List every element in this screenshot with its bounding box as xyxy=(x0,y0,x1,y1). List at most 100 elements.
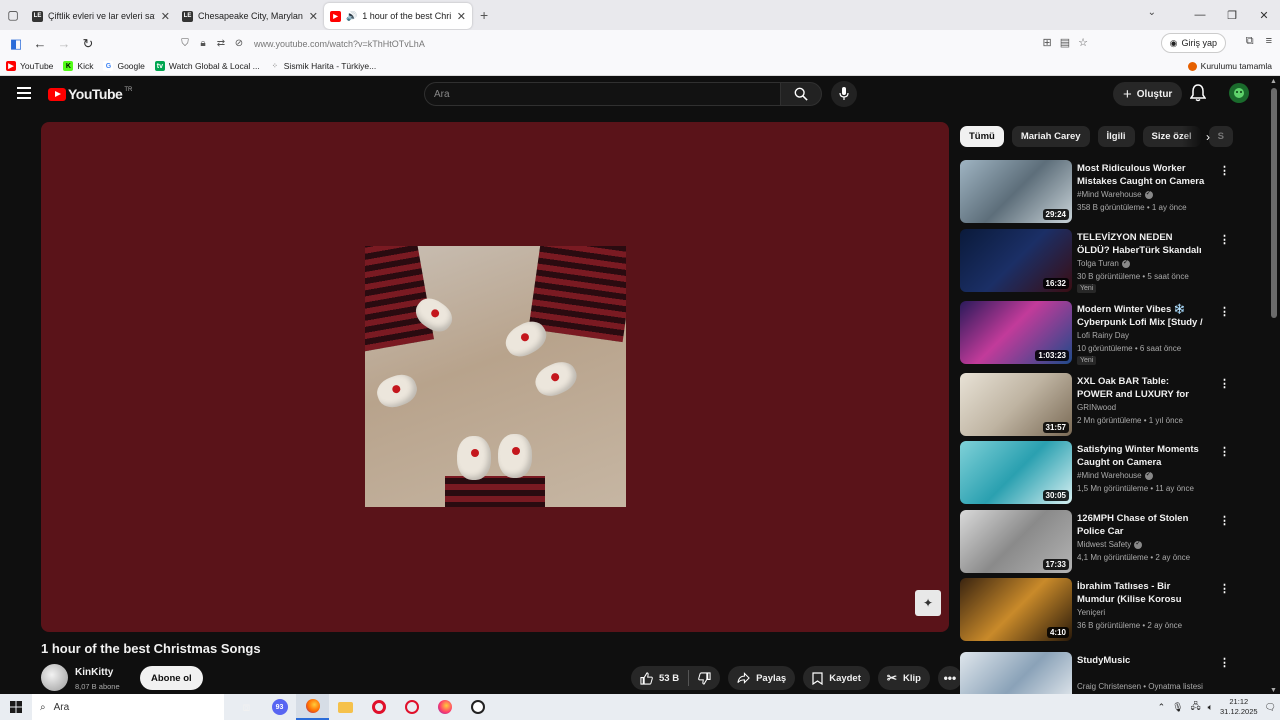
voice-search-button[interactable] xyxy=(831,81,857,107)
save-button[interactable]: Kaydet xyxy=(803,666,870,690)
notifications-button[interactable] xyxy=(1189,84,1207,107)
recommendation-item[interactable]: 16:32 TELEVİZYON NEDEN ÖLDÜ? HaberTürk Sk… xyxy=(960,229,1230,293)
browser-tab-3[interactable]: ▶ 🔊 1 hour of the best Christma ✕ xyxy=(324,3,472,29)
chip-mariah-carey[interactable]: Mariah Carey xyxy=(1011,126,1090,147)
close-icon[interactable]: ✕ xyxy=(309,10,318,23)
permissions-icon[interactable]: ⇄ xyxy=(212,38,230,49)
recommendation-item[interactable]: 1:03:23 Modern Winter Vibes ❄️ Cyberpunk … xyxy=(960,301,1230,365)
video-thumbnail[interactable]: 29:24 xyxy=(960,160,1072,223)
setup-reminder[interactable]: Kurulumu tamamla xyxy=(1187,61,1272,71)
search-input[interactable]: Ara xyxy=(424,82,780,106)
chip-partial[interactable]: S xyxy=(1208,126,1233,147)
video-thumbnail[interactable]: 16:32 xyxy=(960,229,1072,292)
like-button[interactable]: 53 B xyxy=(631,671,688,685)
firefox-taskbar-icon[interactable] xyxy=(296,694,329,720)
recommendation-title[interactable]: Most Ridiculous Worker Mistakes Caught o… xyxy=(1077,162,1207,188)
more-vertical-icon[interactable]: ⋮ xyxy=(1219,377,1230,390)
task-view-icon[interactable]: ⧈ xyxy=(230,694,263,720)
recommendation-title[interactable]: Modern Winter Vibes ❄️ Cyberpunk Lofi Mi… xyxy=(1077,303,1207,329)
hamburger-menu-icon[interactable] xyxy=(17,87,31,99)
autoplay-blocked-icon[interactable]: ⊘ xyxy=(230,38,248,49)
clip-button[interactable]: ✂ Klip xyxy=(877,666,930,690)
chrome-icon[interactable] xyxy=(461,694,494,720)
recommendation-channel[interactable]: Lofi Rainy Day xyxy=(1077,331,1129,340)
recommendation-title[interactable]: StudyMusic xyxy=(1077,654,1207,667)
url-bar[interactable]: ⛉ 🔒︎ ⇄ ⊘ www.youtube.com/watch?v=kThHtOT… xyxy=(176,33,1096,54)
user-avatar[interactable] xyxy=(1229,83,1249,103)
chip-all[interactable]: Tümü xyxy=(960,126,1004,147)
close-icon[interactable]: ✕ xyxy=(161,10,170,23)
search-button[interactable] xyxy=(780,82,822,106)
more-vertical-icon[interactable]: ⋮ xyxy=(1219,305,1230,318)
recommendation-title[interactable]: 126MPH Chase of Stolen Police Car xyxy=(1077,512,1207,538)
channel-avatar[interactable] xyxy=(41,664,68,691)
restore-icon[interactable]: ❐ xyxy=(1216,9,1248,22)
more-vertical-icon[interactable]: ⋮ xyxy=(1219,582,1230,595)
clock[interactable]: 21:12 31.12.2025 xyxy=(1220,697,1258,717)
recommendation-item[interactable]: 4:10 İbrahim Tatlıses - Bir Mumdur (Kilis… xyxy=(960,578,1230,642)
recommendation-title[interactable]: XXL Oak BAR Table: POWER and LUXURY for … xyxy=(1077,375,1207,401)
tab-overview-icon[interactable]: ▢ xyxy=(0,0,26,30)
extensions-icon[interactable]: ⧉ xyxy=(1246,35,1254,48)
chevron-down-icon[interactable]: ⌄ xyxy=(1148,7,1156,18)
video-thumbnail[interactable]: 30:05 xyxy=(960,441,1072,504)
create-button[interactable]: + Oluştur xyxy=(1113,82,1183,106)
scroll-down-icon[interactable]: ▼ xyxy=(1270,687,1277,694)
recommendation-item[interactable]: 29:24 Most Ridiculous Worker Mistakes Cau… xyxy=(960,160,1230,224)
firefox-alt-icon[interactable] xyxy=(428,694,461,720)
new-tab-icon[interactable]: + xyxy=(480,7,488,23)
lock-icon[interactable]: 🔒︎ xyxy=(194,38,212,49)
more-vertical-icon[interactable]: ⋮ xyxy=(1219,514,1230,527)
sparkle-icon[interactable]: ✦ xyxy=(915,590,941,616)
menu-icon[interactable]: ≡ xyxy=(1266,35,1272,48)
reader-view-icon[interactable]: ▤ xyxy=(1060,36,1070,49)
bookmark-kick[interactable]: K Kick xyxy=(63,61,93,71)
browser-tab-1[interactable]: LE Çiftlik evleri ve lar evleri satılık … xyxy=(26,3,176,29)
recommendation-title[interactable]: TELEVİZYON NEDEN ÖLDÜ? HaberTürk Skandal… xyxy=(1077,231,1207,257)
video-thumbnail[interactable]: 31:57 xyxy=(960,373,1072,436)
chat-app-icon[interactable]: 93 xyxy=(263,694,296,720)
close-window-icon[interactable]: ✕ xyxy=(1248,9,1280,22)
chevron-right-icon[interactable]: › xyxy=(1206,130,1210,144)
recommendation-item[interactable]: 17:33 126MPH Chase of Stolen Police Car Mi… xyxy=(960,510,1230,574)
opera-gx-icon[interactable] xyxy=(395,694,428,720)
volume-icon[interactable]: 🔈︎ xyxy=(1208,702,1213,713)
browser-tab-2[interactable]: LE Chesapeake City, Maryland, sat ✕ xyxy=(176,3,324,29)
scroll-up-icon[interactable]: ▲ xyxy=(1270,78,1277,85)
recommendation-item[interactable]: 31:57 XXL Oak BAR Table: POWER and LUXURY… xyxy=(960,373,1230,437)
recommendation-channel[interactable]: Tolga Turan xyxy=(1077,258,1130,268)
more-actions-button[interactable]: ••• xyxy=(937,666,962,690)
back-icon[interactable]: ← xyxy=(28,36,52,51)
bookmark-youtube[interactable]: ▶ YouTube xyxy=(6,61,53,71)
windows-start-button[interactable] xyxy=(0,701,32,713)
page-scrollbar[interactable]: ▲ ▼ xyxy=(1268,76,1280,696)
bookmark-star-icon[interactable]: ☆ xyxy=(1078,36,1088,49)
chevron-up-icon[interactable]: ⌃ xyxy=(1158,702,1166,713)
recommendation-channel[interactable]: GRINwood xyxy=(1077,403,1116,412)
file-explorer-icon[interactable] xyxy=(329,694,362,720)
shield-icon[interactable]: ⛉ xyxy=(176,38,194,49)
notification-center-icon[interactable]: 🗨︎ xyxy=(1265,702,1276,713)
bookmark-watch-global[interactable]: tv Watch Global & Local ... xyxy=(154,61,260,71)
recommendation-channel[interactable]: #Mind Warehouse xyxy=(1077,470,1153,480)
opera-icon[interactable] xyxy=(362,694,395,720)
more-vertical-icon[interactable]: ⋮ xyxy=(1219,233,1230,246)
microphone-icon[interactable]: 🎙︎ xyxy=(1172,702,1183,713)
signin-button[interactable]: ◉ Giriş yap xyxy=(1160,33,1226,53)
recommendation-channel[interactable]: Yeniçeri xyxy=(1077,608,1105,617)
speaker-icon[interactable]: 🔊 xyxy=(346,11,357,22)
share-button[interactable]: Paylaş xyxy=(728,666,796,690)
minimize-icon[interactable]: — xyxy=(1184,9,1216,21)
recommendation-channel[interactable]: #Mind Warehouse xyxy=(1077,189,1153,199)
video-thumbnail[interactable]: 4:10 xyxy=(960,578,1072,641)
translate-icon[interactable]: ⊞ xyxy=(1043,36,1052,49)
video-thumbnail[interactable]: 1:03:23 xyxy=(960,301,1072,364)
more-vertical-icon[interactable]: ⋮ xyxy=(1219,445,1230,458)
recommendation-title[interactable]: İbrahim Tatlıses - Bir Mumdur (Kilise Ko… xyxy=(1077,580,1207,606)
forward-icon[interactable]: → xyxy=(52,36,76,51)
taskbar-search[interactable]: ⌕ Ara xyxy=(32,694,224,720)
subscribe-button[interactable]: Abone ol xyxy=(140,666,203,690)
video-player[interactable]: ✦ xyxy=(41,122,949,632)
channel-name[interactable]: KinKitty xyxy=(75,667,113,678)
reload-icon[interactable]: ↻ xyxy=(76,36,100,52)
